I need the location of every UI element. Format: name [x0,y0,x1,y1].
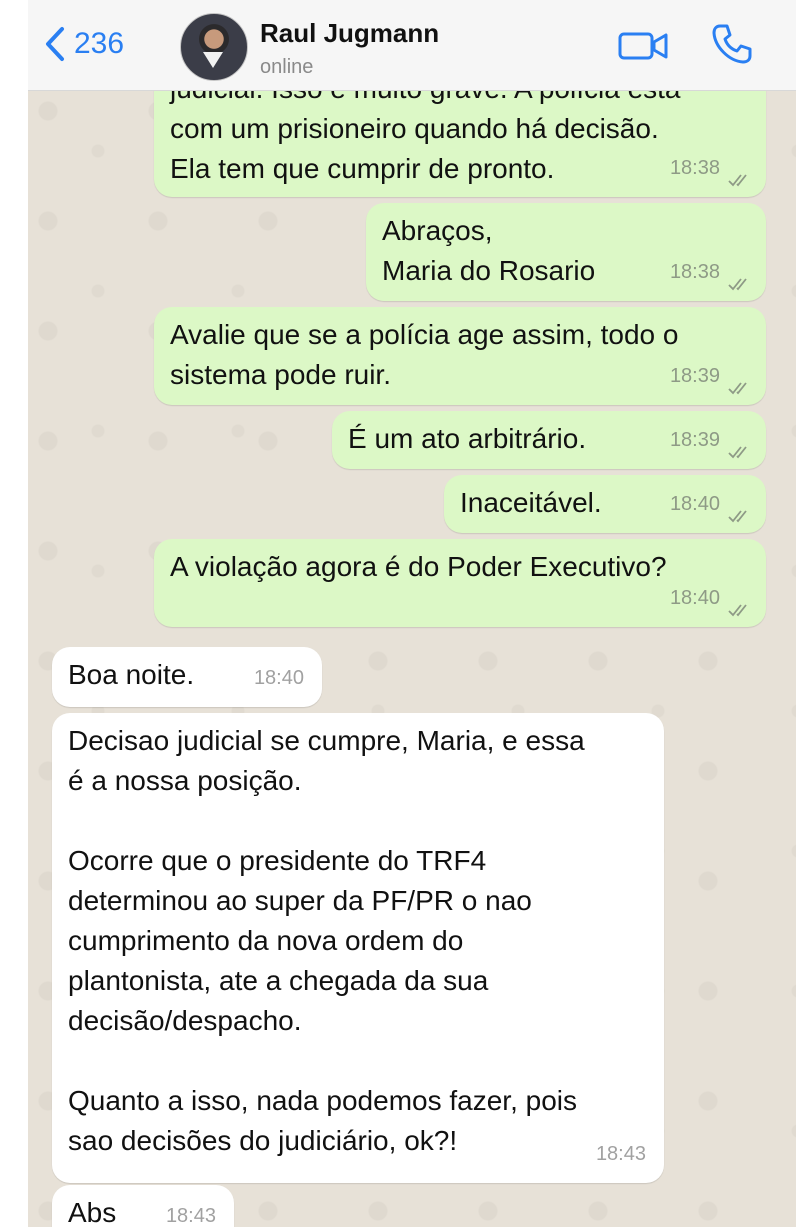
chat-header: 236 Raul Jugmann online [28,0,796,91]
double-check-icon [728,604,747,617]
double-check-icon [728,174,747,187]
back-button[interactable]: 236 [44,26,124,62]
message-time: 18:40 [669,493,720,515]
message-time: 18:39 [669,365,720,387]
message-text: judicial. Isso é muito grave. A polícia … [170,91,681,184]
message-time: 18:39 [669,429,720,451]
message-text: Abs [68,1197,117,1227]
back-count: 236 [74,27,125,60]
message-bubble-incoming[interactable]: Decisao judicial se cumpre, Maria, e ess… [52,713,664,1183]
avatar[interactable] [180,13,248,81]
contact-name[interactable]: Raul Jugmann [260,18,439,49]
message-time: 18:40 [669,587,720,609]
message-time: 18:40 [253,667,304,689]
message-text: Decisao judicial se cumpre, Maria, e ess… [68,725,585,1156]
message-bubble-outgoing[interactable]: A violação agora é do Poder Executivo? 1… [154,539,766,627]
message-bubble-outgoing[interactable]: judicial. Isso é muito grave. A polícia … [154,91,766,197]
phone-icon[interactable] [710,22,754,66]
message-bubble-incoming[interactable]: Boa noite. 18:40 [52,647,322,707]
double-check-icon [728,510,747,523]
online-status: online [260,56,314,78]
message-bubble-incoming[interactable]: Abs 18:43 [52,1185,234,1227]
message-time: 18:38 [669,261,720,283]
message-text: Boa noite. [68,659,195,690]
video-camera-icon[interactable] [618,29,670,63]
message-text: Avalie que se a polícia age assim, todo … [170,319,679,390]
message-time: 18:43 [595,1143,646,1165]
chevron-left-icon [46,27,64,61]
double-check-icon [728,382,747,395]
message-list[interactable]: judicial. Isso é muito grave. A polícia … [28,91,796,1227]
message-text: A violação agora é do Poder Executivo? [170,551,667,582]
message-bubble-outgoing[interactable]: Avalie que se a polícia age assim, todo … [154,307,766,405]
message-bubble-outgoing[interactable]: É um ato arbitrário. 18:39 [332,411,766,469]
message-bubble-outgoing[interactable]: Abraços, Maria do Rosario 18:38 [366,203,766,301]
chat-screen: 236 Raul Jugmann online judicial. Isso é… [28,0,796,1227]
double-check-icon [728,446,747,459]
double-check-icon [728,278,747,291]
message-time: 18:43 [165,1205,216,1227]
message-bubble-outgoing[interactable]: Inaceitável. 18:40 [444,475,766,533]
message-time: 18:38 [669,157,720,179]
